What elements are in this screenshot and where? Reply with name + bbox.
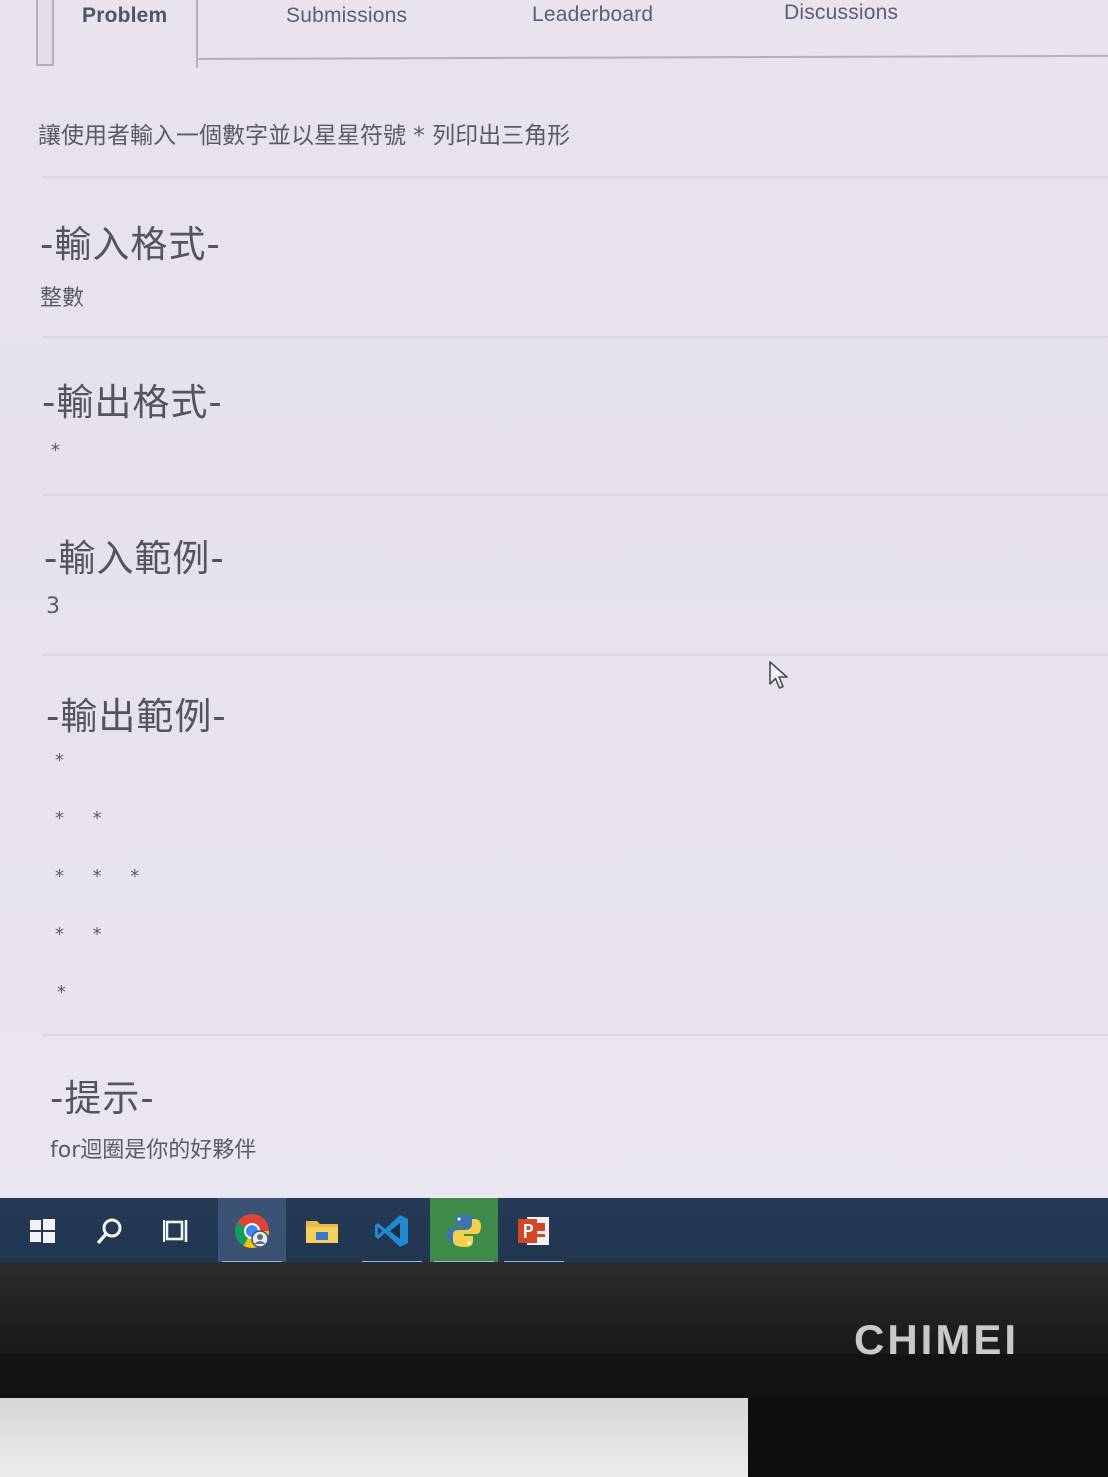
hint-value: for迴圈是你的好夥伴 <box>50 1138 257 1163</box>
folder-icon <box>306 1221 338 1243</box>
tab-discussions[interactable]: Discussions <box>784 1 898 25</box>
input-example-title: -輸入範例- <box>44 537 225 580</box>
mouse-cursor-icon <box>769 661 788 689</box>
output-example-title: -輸出範例- <box>46 695 227 738</box>
taskbar-chrome[interactable] <box>218 1198 286 1264</box>
output-example-line: * * <box>54 808 111 829</box>
output-example-line: * * * <box>54 866 149 887</box>
section-divider <box>42 176 1108 178</box>
input-format-title: -輸入格式- <box>40 223 221 266</box>
tab-bar-divider <box>195 54 1108 60</box>
tab-submissions[interactable]: Submissions <box>286 4 407 28</box>
taskbar-file-explorer[interactable] <box>288 1198 356 1264</box>
windows-taskbar <box>0 1198 1108 1268</box>
search-icon <box>97 1218 122 1244</box>
section-divider <box>42 654 1108 656</box>
output-example-line: * <box>56 982 75 1003</box>
task-view-button[interactable] <box>144 1198 212 1264</box>
section-divider <box>42 1034 1108 1036</box>
monitor-brand-logo: CHIMEI <box>854 1316 1019 1363</box>
monitor-stand-shadow <box>748 1398 1108 1477</box>
tab-problem-label[interactable]: Problem <box>82 4 167 28</box>
tab-bar-edge <box>36 0 54 66</box>
windows-icon <box>30 1219 55 1243</box>
problem-description: 讓使用者輸入一個數字並以星星符號 * 列印出三角形 <box>38 123 571 149</box>
powerpoint-icon <box>518 1217 549 1245</box>
hint-title: -提示- <box>50 1077 155 1120</box>
python-icon <box>447 1215 481 1247</box>
search-button[interactable] <box>76 1198 144 1264</box>
output-format-title: -輸出格式- <box>42 381 223 424</box>
vscode-icon <box>375 1215 408 1247</box>
taskbar-powerpoint[interactable] <box>500 1198 568 1264</box>
output-example-line: * <box>54 750 73 771</box>
start-button[interactable] <box>8 1198 76 1264</box>
chrome-icon <box>235 1214 269 1248</box>
taskbar-python-idle[interactable] <box>430 1198 498 1264</box>
input-format-value: 整數 <box>40 286 85 311</box>
input-example-value: 3 <box>46 594 60 619</box>
taskbar-vscode[interactable] <box>358 1198 426 1264</box>
section-divider <box>42 494 1108 496</box>
output-example-line: * * <box>54 924 111 945</box>
problem-tab-bar: Problem Submissions Leaderboard Discussi… <box>0 0 1108 68</box>
browser-screen: Problem Submissions Leaderboard Discussi… <box>0 0 1108 1262</box>
section-divider <box>42 336 1108 338</box>
output-format-value: * <box>50 440 69 461</box>
task-view-icon <box>163 1220 188 1242</box>
tab-leaderboard[interactable]: Leaderboard <box>532 3 653 27</box>
